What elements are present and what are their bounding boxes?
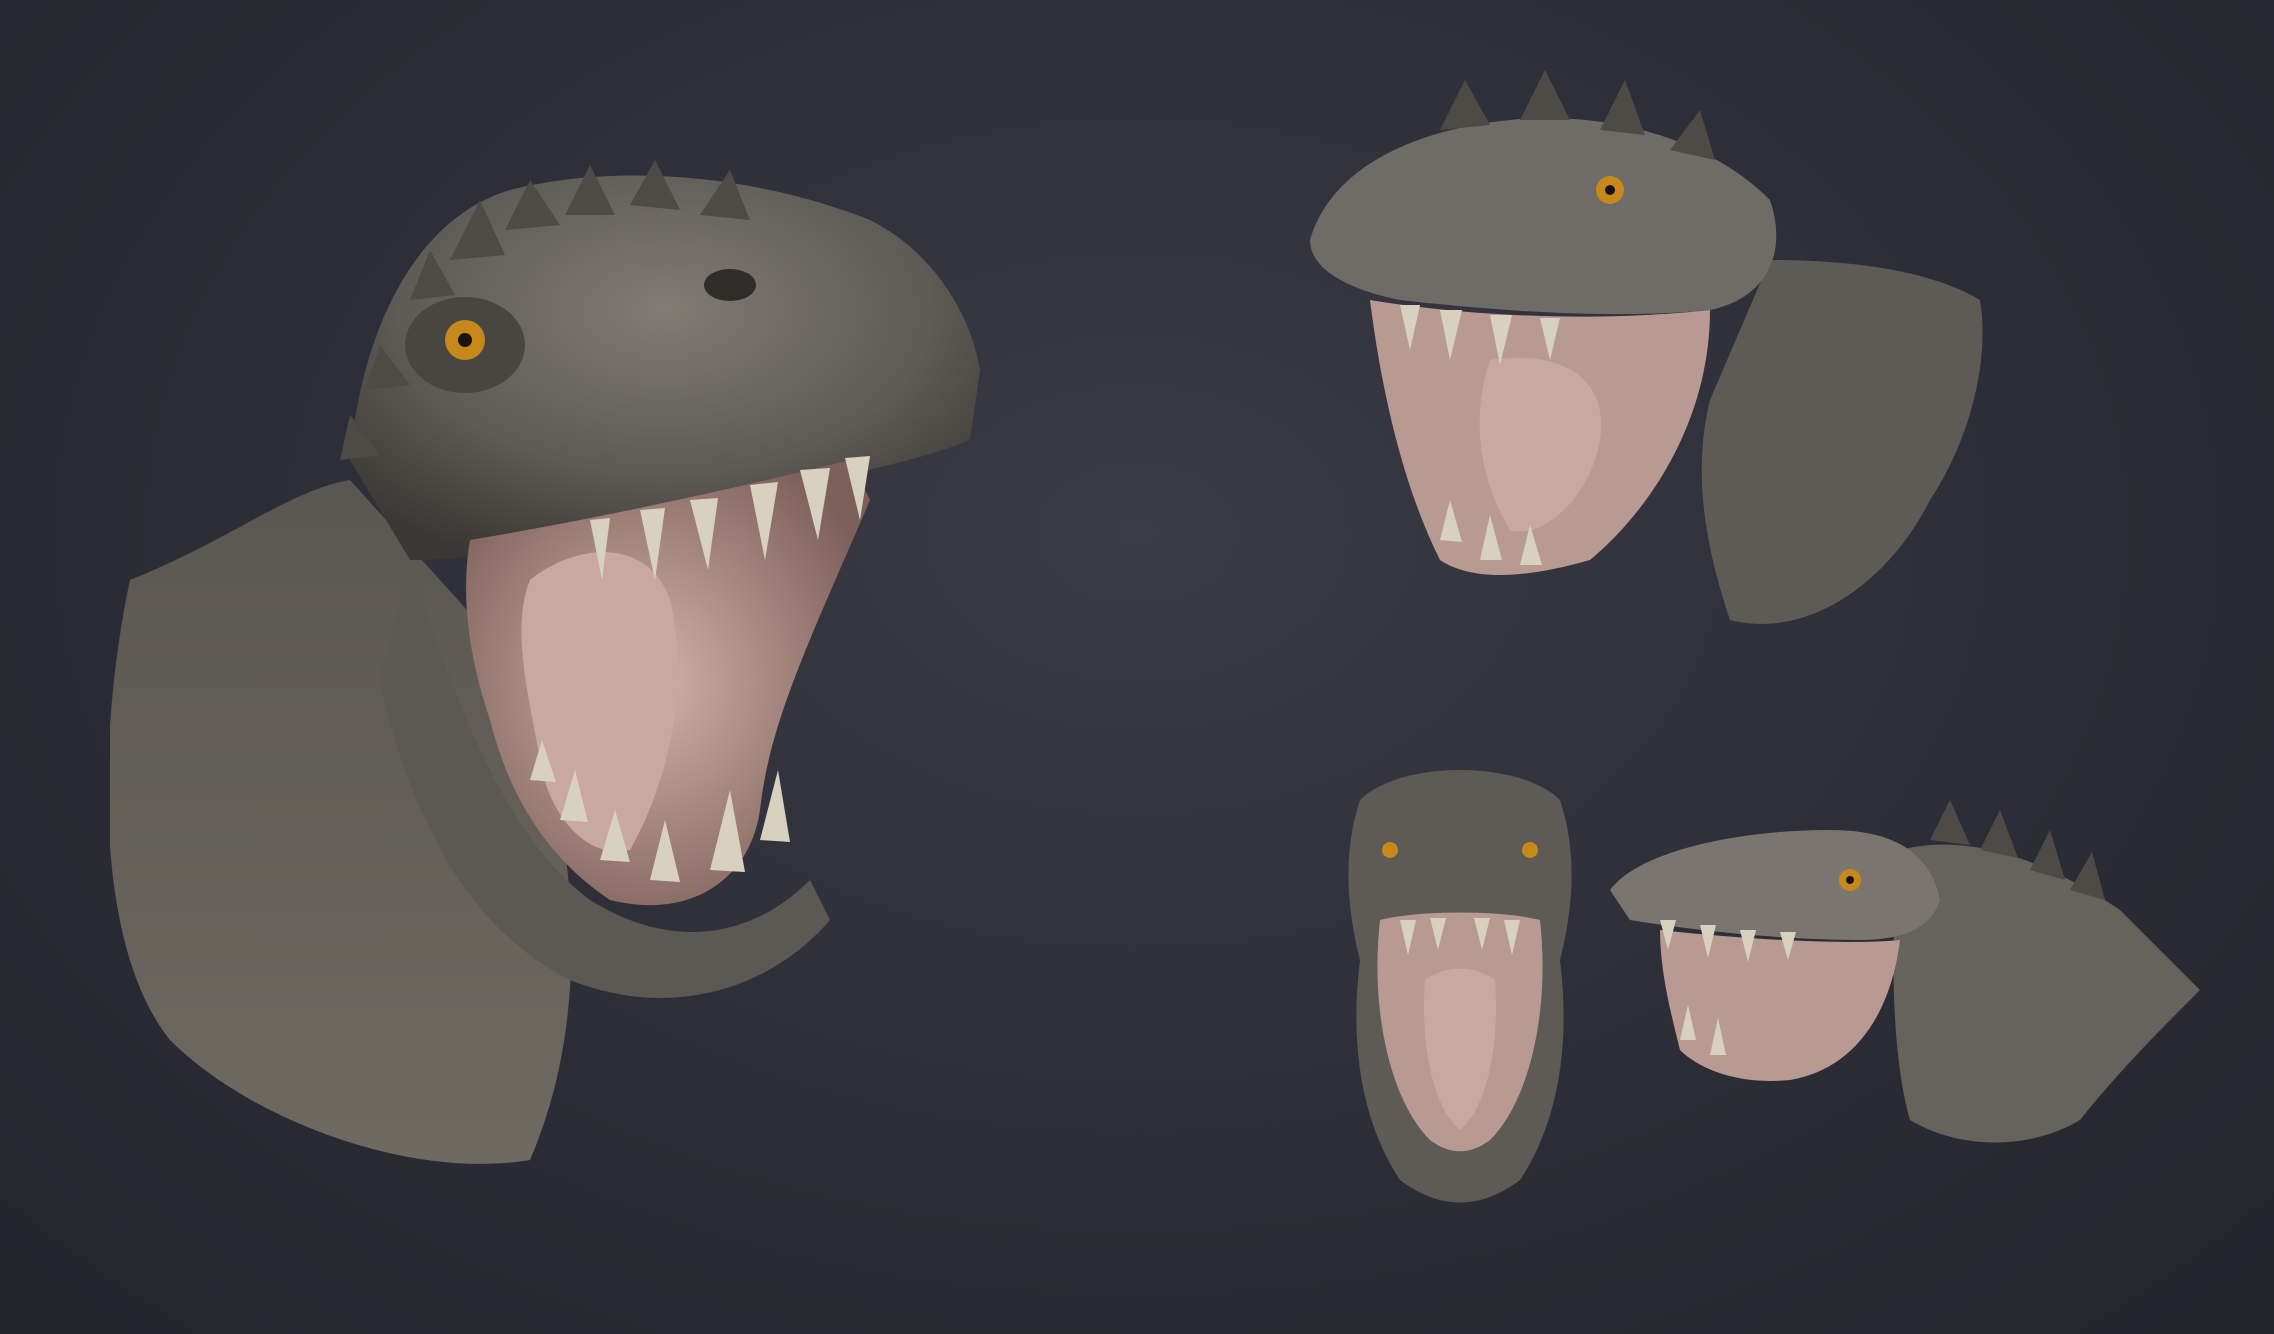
neck-shape xyxy=(1701,260,1983,624)
dinosaur-main-view xyxy=(110,160,980,1164)
dinosaur-side-view xyxy=(1610,800,2200,1143)
open-mouth xyxy=(1660,930,1900,1081)
eye-left xyxy=(1382,842,1398,858)
dinosaur-front-view xyxy=(1348,770,1572,1203)
dinosaur-profile-view xyxy=(1310,70,1983,624)
eye-right xyxy=(1522,842,1538,858)
neck-shape xyxy=(1893,844,2200,1143)
upper-head xyxy=(1610,830,1940,940)
render-canvas xyxy=(0,0,2274,1334)
nostril xyxy=(704,269,756,301)
